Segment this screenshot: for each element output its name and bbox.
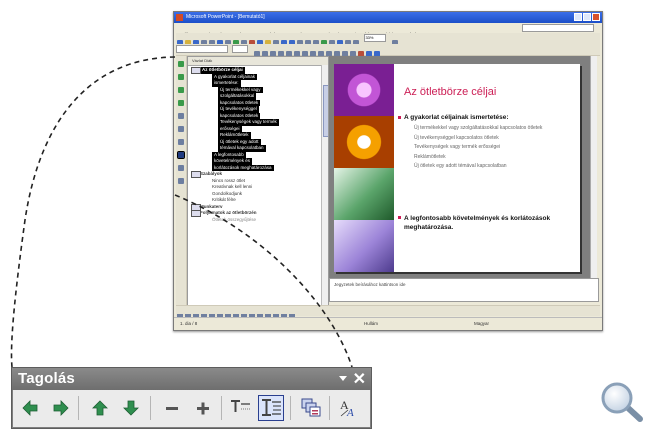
promote-button[interactable]	[17, 395, 43, 421]
up-arrow-icon	[92, 400, 108, 416]
expand-button[interactable]	[190, 395, 216, 421]
show-formatting-icon: A A	[340, 398, 354, 419]
outlining-toolbar-buttons: A A	[13, 390, 370, 427]
plus-icon	[197, 402, 209, 415]
outlining-toolbar-titlebar[interactable]: Tagolás ✕	[12, 368, 371, 390]
right-arrow-icon	[53, 400, 69, 416]
demote-button[interactable]	[48, 395, 74, 421]
svg-text:A: A	[346, 407, 354, 419]
callout-connector	[10, 56, 353, 368]
expand-all-icon	[262, 399, 281, 416]
toolbar-close-icon[interactable]: ✕	[353, 369, 366, 389]
outlining-toolbar-title: Tagolás	[18, 370, 75, 387]
move-up-button[interactable]	[87, 395, 113, 421]
left-arrow-icon	[22, 400, 38, 416]
collapse-all-button[interactable]	[227, 395, 253, 421]
down-arrow-icon	[123, 400, 139, 416]
collapse-all-icon	[231, 400, 250, 412]
summary-slide-button[interactable]	[298, 395, 324, 421]
show-formatting-button[interactable]: A A	[336, 395, 362, 421]
minus-icon	[166, 407, 178, 410]
zoom-magnifier-icon[interactable]	[596, 380, 646, 424]
summary-slide-icon	[301, 398, 321, 417]
toolbar-options-icon[interactable]	[339, 376, 347, 381]
move-down-button[interactable]	[118, 395, 144, 421]
outlining-toolbar: Tagolás ✕ A A	[11, 367, 372, 429]
collapse-button[interactable]	[159, 395, 185, 421]
expand-all-button[interactable]	[258, 395, 284, 421]
